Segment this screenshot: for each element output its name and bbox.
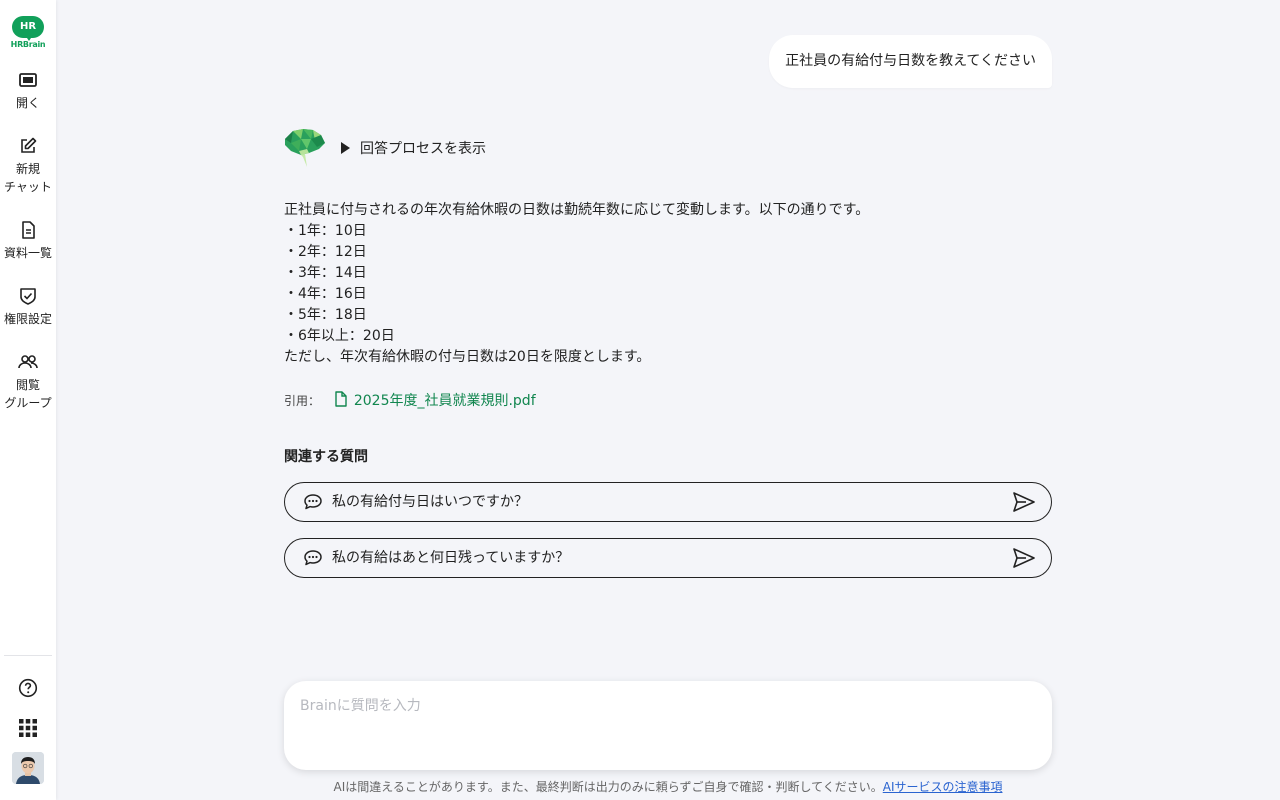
citation: 引用： 2025年度_社員就業規則.pdf bbox=[284, 390, 536, 411]
panel-icon bbox=[19, 73, 37, 87]
show-process-toggle[interactable]: 回答プロセスを表示 bbox=[341, 139, 486, 159]
answer-line: ・1年：10日 bbox=[284, 223, 367, 239]
sidebar-item-new-chat[interactable]: 新規 チャット bbox=[0, 136, 56, 196]
file-icon bbox=[335, 390, 347, 407]
sidebar-item-view-groups[interactable]: 閲覧 グループ bbox=[0, 352, 56, 412]
hrbrain-logo[interactable]: HR HRBrain bbox=[10, 15, 46, 51]
send-icon[interactable] bbox=[1012, 547, 1036, 569]
citation-file-link[interactable]: 2025年度_社員就業規則.pdf bbox=[334, 390, 536, 411]
logo-badge: HR bbox=[12, 16, 44, 41]
help-icon[interactable] bbox=[18, 678, 38, 698]
chat-input-box bbox=[284, 681, 1052, 770]
caret-right-icon bbox=[341, 142, 350, 154]
answer-line: ・2年：12日 bbox=[284, 244, 367, 260]
citation-label: 引用： bbox=[284, 393, 321, 408]
sidebar-divider bbox=[4, 655, 52, 656]
related-questions-title: 関連する質問 bbox=[284, 449, 368, 465]
sidebar-item-open[interactable]: 開く bbox=[0, 70, 56, 112]
disclaimer-text: AIは間違えることがあります。また、最終判断は出力のみに頼らずご自身で確認・判断… bbox=[333, 780, 883, 794]
users-icon bbox=[18, 355, 38, 369]
ai-notice-link[interactable]: AIサービスの注意事項 bbox=[883, 780, 1003, 794]
related-question-text: 私の有給はあと何日残っていますか？ bbox=[332, 550, 570, 566]
chat-input[interactable] bbox=[300, 695, 1030, 755]
user-message: 正社員の有給付与日数を教えてください bbox=[769, 35, 1052, 88]
logo-word: HRBrain bbox=[10, 40, 46, 49]
send-icon[interactable] bbox=[1012, 491, 1036, 513]
sidebar-item-permissions[interactable]: 権限設定 bbox=[0, 286, 56, 328]
answer-line: ・3年：14日 bbox=[284, 265, 367, 281]
sidebar-item-label: 開く bbox=[15, 96, 40, 110]
sidebar: HR HRBrain 開く 新規 チャット 資料一覧 権限設定 閲覧 グループ bbox=[0, 0, 56, 800]
answer-line: ・4年：16日 bbox=[284, 286, 367, 302]
sidebar-item-documents[interactable]: 資料一覧 bbox=[0, 220, 56, 262]
related-question-item[interactable]: 私の有給はあと何日残っていますか？ bbox=[284, 538, 1052, 578]
sidebar-item-label: 閲覧 グループ bbox=[4, 378, 52, 410]
answer-text: 正社員に付与されるの年次有給休暇の日数は勤続年数に応じて変動します。以下の通りで… bbox=[284, 200, 1044, 368]
citation-file-name: 2025年度_社員就業規則.pdf bbox=[353, 392, 536, 409]
show-process-label: 回答プロセスを表示 bbox=[360, 141, 486, 157]
edit-icon bbox=[21, 137, 37, 153]
chat-bubble-icon bbox=[304, 494, 322, 510]
answer-line: 正社員に付与されるの年次有給休暇の日数は勤続年数に応じて変動します。以下の通りで… bbox=[284, 202, 870, 218]
sidebar-item-label: 資料一覧 bbox=[3, 246, 52, 260]
brain-bot-icon bbox=[285, 129, 325, 167]
apps-grid-icon[interactable] bbox=[19, 719, 37, 737]
document-icon bbox=[22, 221, 35, 239]
sidebar-item-label: 権限設定 bbox=[3, 312, 52, 326]
related-question-text: 私の有給付与日はいつですか？ bbox=[332, 494, 528, 510]
chat-bubble-icon bbox=[304, 550, 322, 566]
shield-check-icon bbox=[20, 288, 36, 305]
disclaimer: AIは間違えることがあります。また、最終判断は出力のみに頼らずご自身で確認・判断… bbox=[0, 779, 1280, 795]
answer-line: ・5年：18日 bbox=[284, 307, 367, 323]
related-question-item[interactable]: 私の有給付与日はいつですか？ bbox=[284, 482, 1052, 522]
sidebar-item-label: 新規 チャット bbox=[4, 162, 52, 194]
answer-line: ただし、年次有給休暇の付与日数は20日を限度とします。 bbox=[284, 349, 651, 365]
answer-line: ・6年以上：20日 bbox=[284, 328, 395, 344]
